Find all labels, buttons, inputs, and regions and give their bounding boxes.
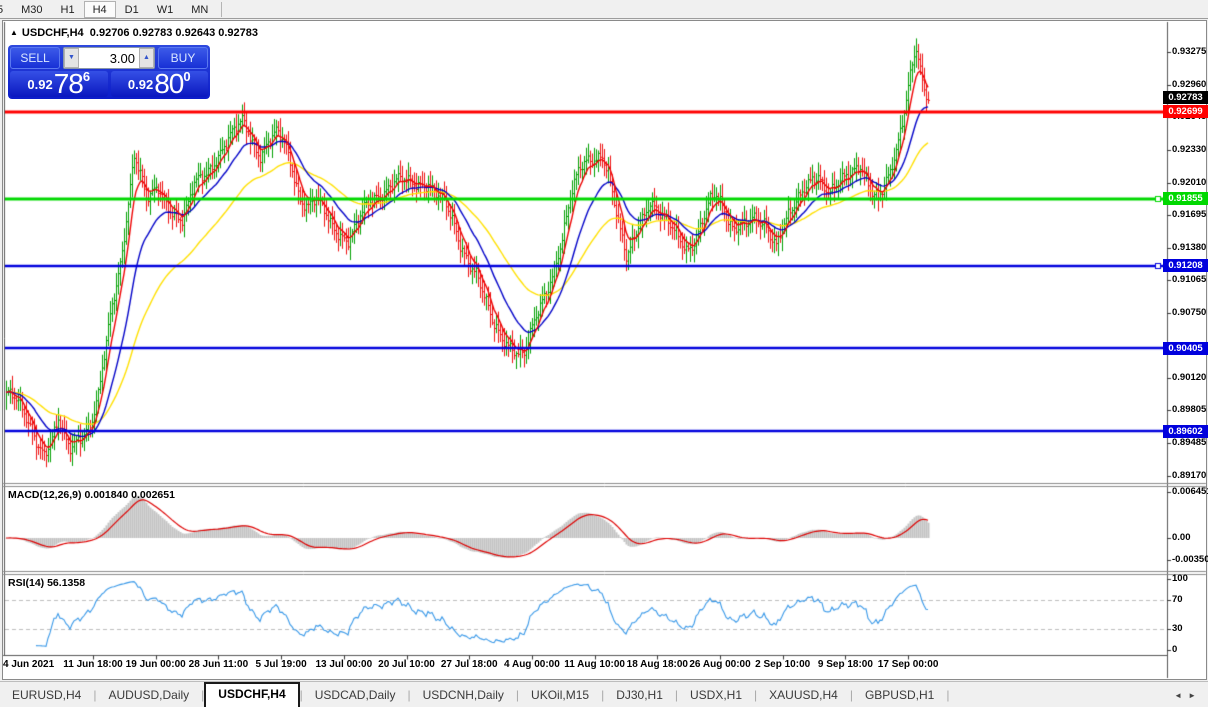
symbol-tab-ukoil-m15[interactable]: UKOil,M15 xyxy=(519,684,601,707)
price-axis-tick: 0.89485 xyxy=(1172,437,1207,449)
price-line-label: 0.92699 xyxy=(1163,105,1208,119)
price-axis-tick: 0.89170 xyxy=(1172,469,1207,481)
chart-ohlc-values: 0.92706 0.92783 0.92643 0.92783 xyxy=(89,27,258,39)
time-axis-label: 4 Jun 2021 xyxy=(3,659,55,670)
chart-canvas[interactable] xyxy=(0,0,1208,707)
price-axis-tick: 0.90750 xyxy=(1172,306,1207,318)
sell-price-button[interactable]: 0.92 78 6 xyxy=(10,68,108,99)
symbol-tab-usdcnh-daily[interactable]: USDCNH,Daily xyxy=(411,684,516,707)
price-axis-tick: 0.92960 xyxy=(1172,78,1207,90)
price-axis-tick: 0.89805 xyxy=(1172,404,1207,416)
price-axis-tick: 0.91065 xyxy=(1172,274,1207,286)
macd-axis-tick: -0.003507 xyxy=(1172,554,1208,565)
buy-button[interactable]: BUY xyxy=(158,47,208,69)
price-line-label: 0.91855 xyxy=(1163,192,1208,206)
volume-stepper: ▼ ▲ xyxy=(63,47,155,69)
tab-separator: | xyxy=(946,688,950,702)
price-axis-tick: 0.93275 xyxy=(1172,46,1207,58)
symbol-tab-usdx-h1[interactable]: USDX,H1 xyxy=(678,684,754,707)
time-axis-label: 26 Aug 00:00 xyxy=(689,659,751,670)
symbol-tab-usdcad-daily[interactable]: USDCAD,Daily xyxy=(303,684,408,707)
buy-price-button[interactable]: 0.92 80 0 xyxy=(110,68,208,99)
one-click-trading-panel: SELL ▼ ▲ BUY 0.92 78 6 0.92 80 0 xyxy=(8,45,210,99)
time-axis-label: 28 Jun 11:00 xyxy=(188,659,249,670)
time-axis-label: 2 Sep 10:00 xyxy=(755,659,811,670)
time-axis-label: 5 Jul 19:00 xyxy=(255,659,307,670)
price-line-label: 0.91208 xyxy=(1163,259,1208,273)
price-axis-tick: 0.91380 xyxy=(1172,241,1207,253)
rsi-axis-tick: 0 xyxy=(1172,644,1178,655)
buy-price-big: 80 xyxy=(154,68,184,99)
symbol-tab-eurusd-h4[interactable]: EURUSD,H4 xyxy=(0,684,93,707)
macd-indicator-label: MACD(12,26,9) 0.001840 0.002651 xyxy=(8,489,175,501)
tab-scroll-arrows[interactable]: ◄► xyxy=(1174,691,1202,700)
volume-decrease-button[interactable]: ▼ xyxy=(64,48,79,68)
price-axis-tick: 0.91695 xyxy=(1172,209,1207,221)
buy-price-prefix: 0.92 xyxy=(127,77,154,92)
price-line-label: 0.90405 xyxy=(1163,341,1208,355)
sell-button[interactable]: SELL xyxy=(10,47,60,69)
rsi-indicator-label: RSI(14) 56.1358 xyxy=(8,577,86,589)
price-line-label: 0.89602 xyxy=(1163,424,1208,438)
time-axis-label: 13 Jul 00:00 xyxy=(315,659,373,670)
symbol-tab-dj30-h1[interactable]: DJ30,H1 xyxy=(604,684,675,707)
time-axis-label: 4 Aug 00:00 xyxy=(504,659,560,670)
time-axis-label: 17 Sep 00:00 xyxy=(877,659,939,670)
time-axis-label: 11 Jun 18:00 xyxy=(63,659,123,670)
rsi-axis-tick: 70 xyxy=(1172,594,1183,606)
volume-increase-button[interactable]: ▲ xyxy=(139,48,154,68)
rsi-axis-tick: 30 xyxy=(1172,622,1183,634)
rsi-axis-tick: 100 xyxy=(1172,573,1188,584)
mt4-application-window: 5M30H1H4D1W1MN ▲USDCHF,H4 0.92706 0.9278… xyxy=(0,0,1208,707)
time-axis-label: 9 Sep 18:00 xyxy=(817,659,873,670)
macd-axis-tick: 0.00 xyxy=(1172,532,1191,543)
sell-price-sup: 6 xyxy=(82,69,91,84)
bid-price-label: 0.92783 xyxy=(1163,91,1208,105)
chart-title: ▲ USDCHF,H4 0.92706 0.92783 0.92643 0.927… xyxy=(10,27,258,39)
chart-symbol-label: USDCHF,H4 xyxy=(21,27,84,39)
symbol-tab-gbpusd-h1[interactable]: GBPUSD,H1 xyxy=(853,684,946,707)
macd-axis-tick: 0.006451 xyxy=(1172,486,1208,497)
price-axis-tick: 0.90120 xyxy=(1172,371,1207,383)
buy-price-sup: 0 xyxy=(183,69,191,84)
price-axis-tick: 0.92010 xyxy=(1172,176,1207,188)
time-axis-label: 11 Aug 10:00 xyxy=(564,659,625,670)
ohlc-marker-icon: ▲ xyxy=(10,28,18,37)
symbol-tab-xauusd-h4[interactable]: XAUUSD,H4 xyxy=(757,684,850,707)
price-axis-tick: 0.92330 xyxy=(1172,143,1207,155)
time-axis-label: 18 Aug 18:00 xyxy=(626,659,688,670)
symbol-tab-bar: EURUSD,H4 | AUDUSD,Daily | USDCHF,H4 | USDCAD,… xyxy=(0,681,1208,707)
time-axis-label: 19 Jun 00:00 xyxy=(125,659,186,670)
sell-price-prefix: 0.92 xyxy=(27,77,53,92)
time-axis-label: 20 Jul 10:00 xyxy=(378,659,435,670)
symbol-tab-usdchf-h4[interactable]: USDCHF,H4 xyxy=(204,682,300,707)
symbol-tab-audusd-daily[interactable]: AUDUSD,Daily xyxy=(96,684,201,707)
sell-price-big: 78 xyxy=(53,68,84,99)
volume-input[interactable] xyxy=(79,48,139,68)
time-axis-label: 27 Jul 18:00 xyxy=(440,659,498,670)
